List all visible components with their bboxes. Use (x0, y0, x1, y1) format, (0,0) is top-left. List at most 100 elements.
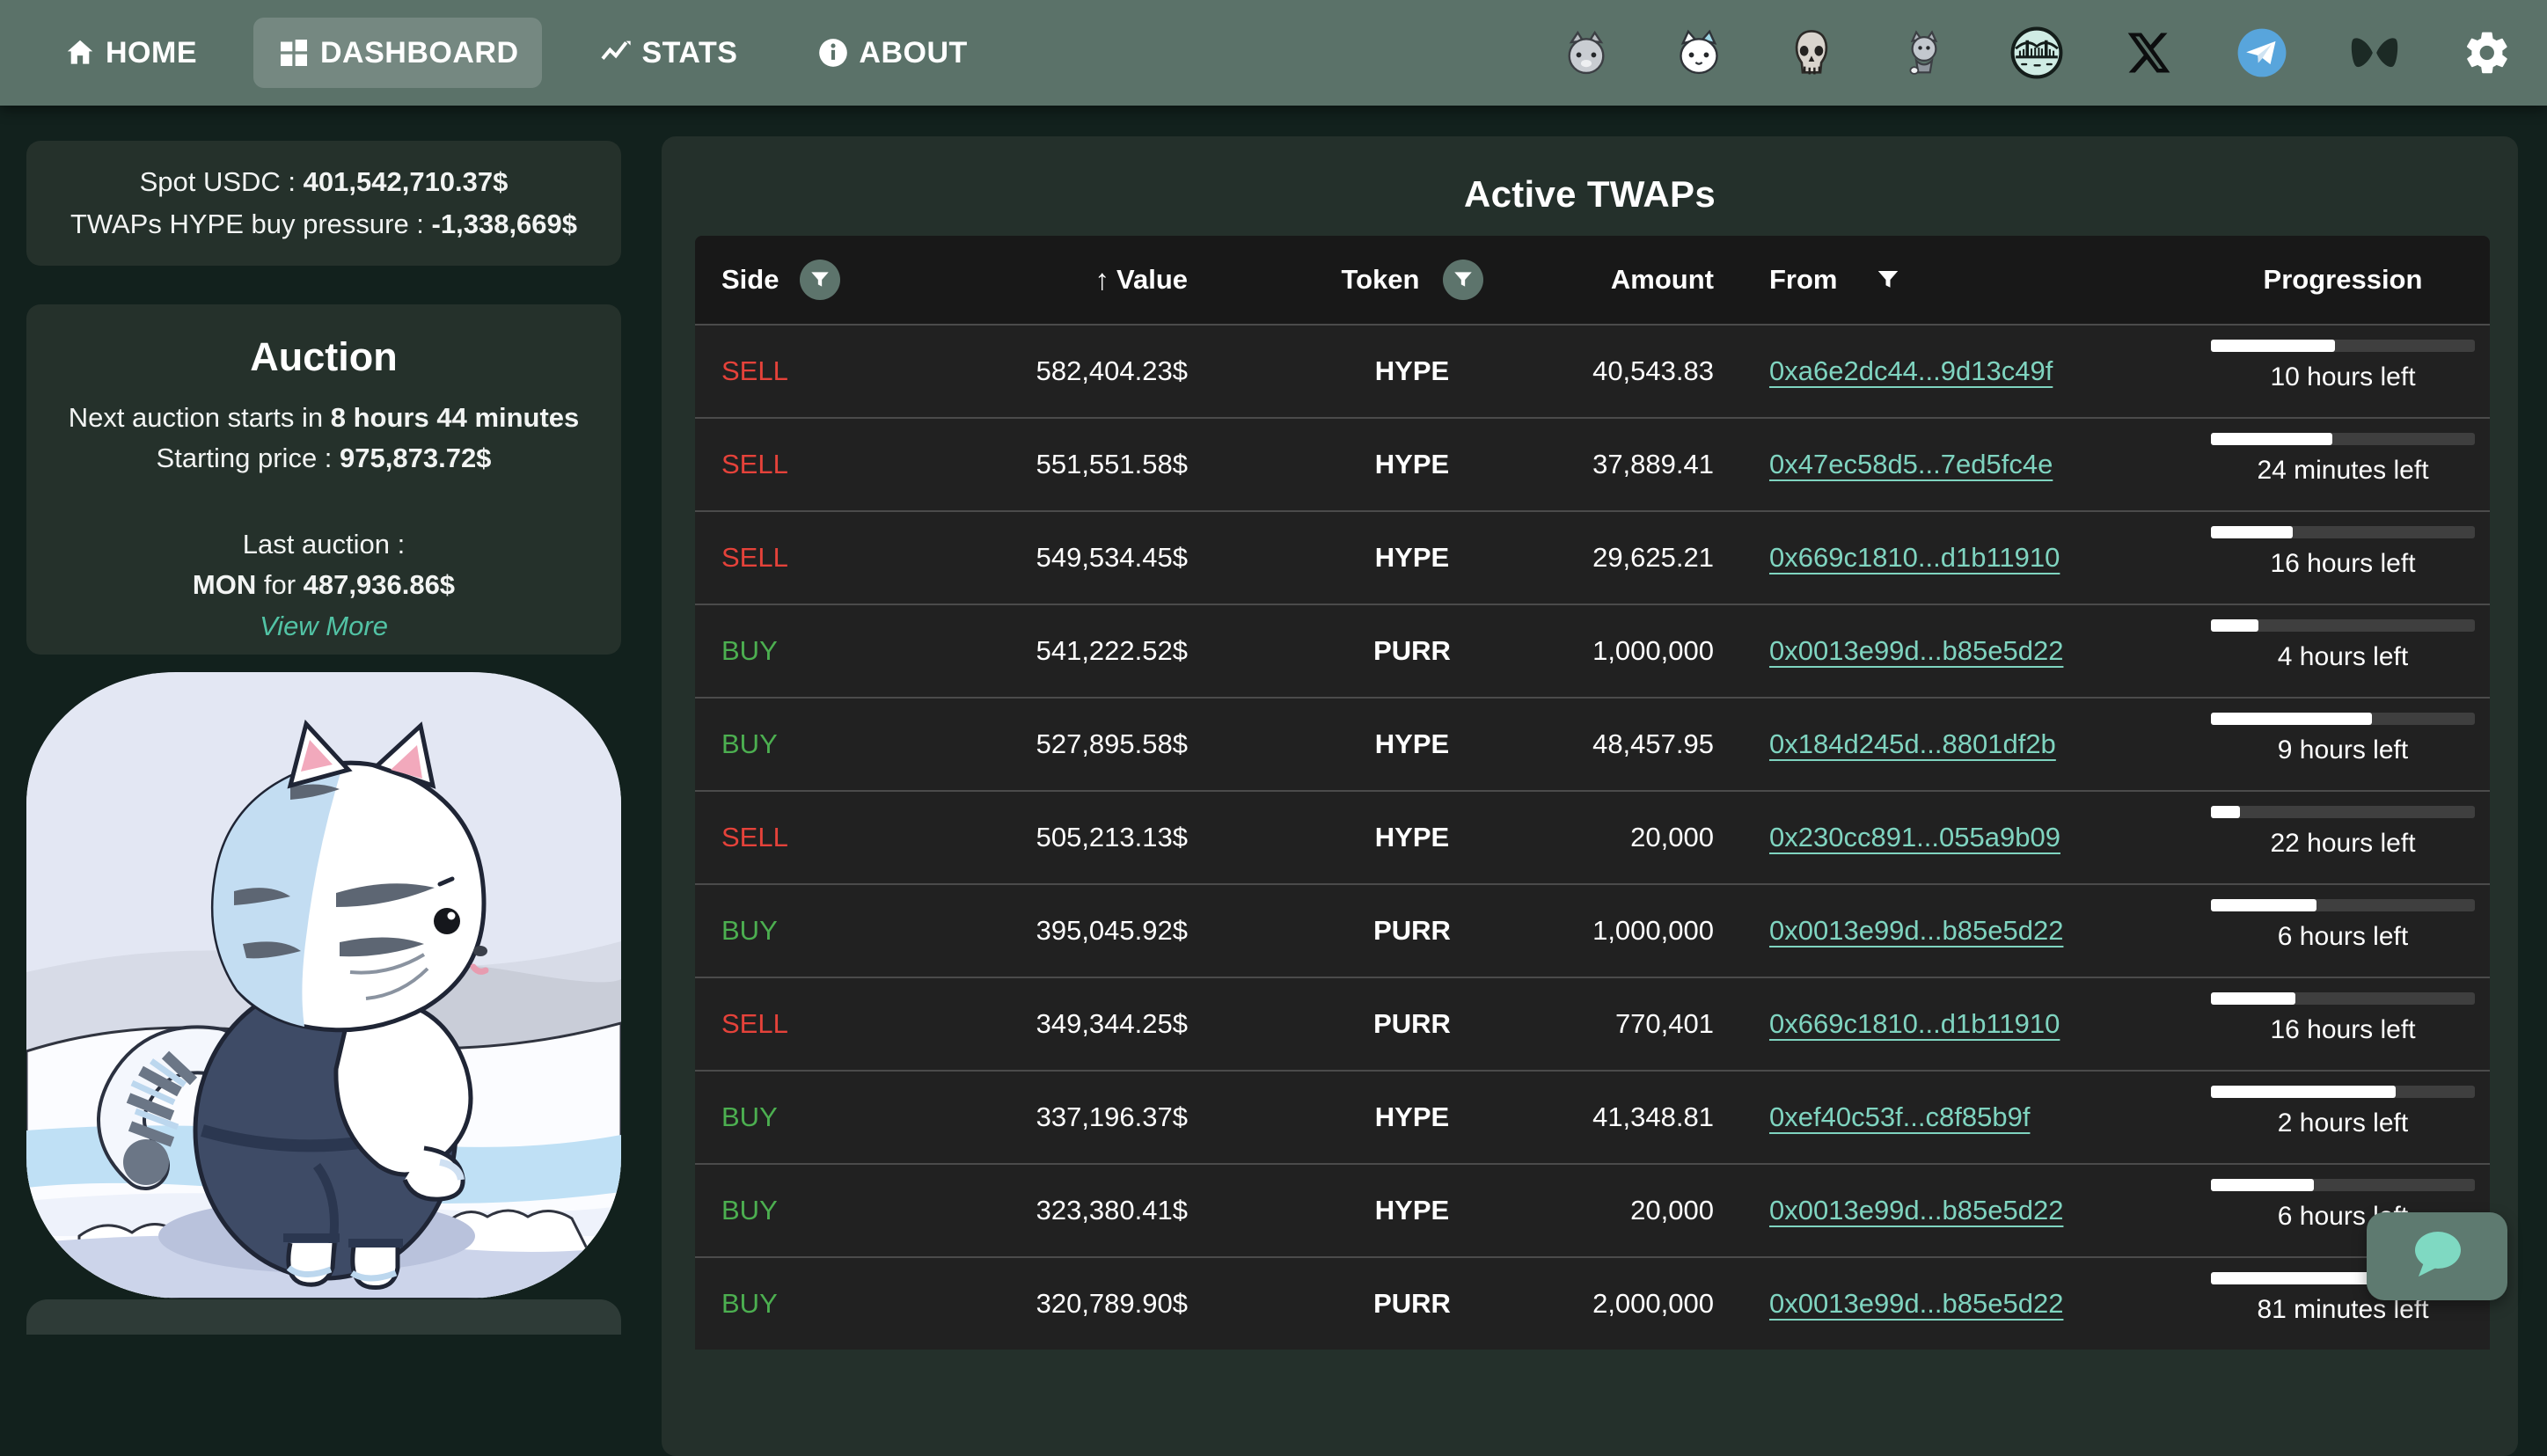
table-title: Active TWAPs (662, 173, 2518, 216)
nav-item-label: STATS (642, 36, 738, 70)
nav-item-label: DASHBOARD (320, 36, 519, 70)
progress-bar (2211, 899, 2475, 911)
from-address-link[interactable]: 0x0013e99d...b85e5d22 (1769, 1195, 2063, 1226)
header-value[interactable]: ↑ Value (889, 263, 1188, 296)
value-cell: 395,045.92$ (889, 915, 1188, 947)
header-side: Side (721, 260, 840, 300)
value-cell: 349,344.25$ (889, 1008, 1188, 1040)
sort-ascending-icon[interactable]: ↑ (1095, 263, 1110, 296)
from-address-link[interactable]: 0xef40c53f...c8f85b9f (1769, 1101, 2030, 1132)
table-row: SELL 349,344.25$ PURR 770,401 0x669c1810… (695, 977, 2490, 1070)
table-row: BUY 541,222.52$ PURR 1,000,000 0x0013e99… (695, 604, 2490, 697)
value-cell: 337,196.37$ (889, 1101, 1188, 1133)
value-cell: 323,380.41$ (889, 1195, 1188, 1226)
progress-bar (2211, 1086, 2475, 1098)
header-progression: Progression (2211, 264, 2475, 296)
next-auction-line: Next auction starts in 8 hours 44 minute… (26, 399, 621, 436)
side-cell: BUY (721, 915, 778, 947)
side-cell: SELL (721, 355, 788, 387)
telegram-icon[interactable] (2234, 25, 2290, 81)
value-cell: 549,534.45$ (889, 542, 1188, 574)
amount-cell: 40,543.83 (1364, 355, 1714, 387)
amount-cell: 770,401 (1364, 1008, 1714, 1040)
time-left-label: 16 hours left (2158, 1015, 2490, 1045)
from-address-link[interactable]: 0x184d245d...8801df2b (1769, 728, 2056, 759)
buy-pressure-value: -1,338,669$ (432, 209, 577, 239)
from-address-link[interactable]: 0x0013e99d...b85e5d22 (1769, 635, 2063, 666)
bottom-panel-sliver (26, 1299, 621, 1335)
spot-usdc-value: 401,542,710.37$ (304, 166, 509, 197)
side-cell: SELL (721, 822, 788, 853)
from-filter-icon[interactable] (1875, 267, 1901, 293)
cat-illustration (26, 672, 621, 1299)
from-address-link[interactable]: 0x669c1810...d1b11910 (1769, 542, 2060, 573)
progression-cell: 16 hours left (2211, 978, 2475, 1070)
auction-card: Auction Next auction starts in 8 hours 4… (26, 304, 621, 655)
amount-cell: 48,457.95 (1364, 728, 1714, 760)
nav-item-dashboard[interactable]: DASHBOARD (253, 18, 542, 88)
from-address-link[interactable]: 0x230cc891...055a9b09 (1769, 822, 2060, 852)
time-left-label: 2 hours left (2158, 1108, 2490, 1138)
table-row: BUY 320,789.90$ PURR 2,000,000 0x0013e99… (695, 1256, 2490, 1350)
cat-snow-scene (26, 672, 621, 1299)
progress-bar (2211, 433, 2475, 445)
white-cat-avatar-icon[interactable] (1671, 25, 1727, 81)
value-cell: 527,895.58$ (889, 728, 1188, 760)
header-from: From (1769, 264, 1901, 296)
progression-cell: 9 hours left (2211, 699, 2475, 790)
progression-cell: 10 hours left (2211, 326, 2475, 417)
time-left-label: 24 minutes left (2158, 456, 2490, 486)
side-filter-icon[interactable] (800, 260, 840, 300)
twap-table: Side ↑ Value Token Amount From (695, 236, 2490, 1350)
side-cell: BUY (721, 1195, 778, 1226)
from-address-link[interactable]: 0x0013e99d...b85e5d22 (1769, 1288, 2063, 1319)
amount-cell: 1,000,000 (1364, 635, 1714, 667)
chat-launcher-button[interactable] (2367, 1212, 2507, 1300)
bridge-badge-icon[interactable] (2009, 25, 2065, 81)
hooded-cat-avatar-icon[interactable] (1896, 25, 1952, 81)
info-icon (816, 36, 850, 70)
table-row: SELL 551,551.58$ HYPE 37,889.41 0x47ec58… (695, 417, 2490, 510)
time-left-label: 6 hours left (2158, 922, 2490, 952)
progression-cell: 16 hours left (2211, 512, 2475, 604)
from-address-link[interactable]: 0x669c1810...d1b11910 (1769, 1008, 2060, 1039)
skull-avatar-icon[interactable] (1783, 25, 1840, 81)
time-left-label: 9 hours left (2158, 735, 2490, 765)
starting-price-value: 975,873.72$ (340, 443, 491, 473)
side-cell: BUY (721, 635, 778, 667)
progress-bar (2211, 992, 2475, 1005)
butterfly-logo-icon[interactable] (2346, 25, 2403, 81)
progression-cell: 2 hours left (2211, 1072, 2475, 1163)
value-cell: 551,551.58$ (889, 449, 1188, 480)
last-auction-token: MON (193, 569, 256, 600)
last-auction-value: 487,936.86$ (304, 569, 455, 600)
table-row: BUY 395,045.92$ PURR 1,000,000 0x0013e99… (695, 883, 2490, 977)
value-cell: 541,222.52$ (889, 635, 1188, 667)
view-more-link[interactable]: View More (260, 611, 388, 642)
progression-cell: 6 hours left (2211, 885, 2475, 977)
nav-item-stats[interactable]: STATS (575, 18, 761, 88)
time-left-label: 22 hours left (2158, 829, 2490, 859)
from-address-link[interactable]: 0x0013e99d...b85e5d22 (1769, 915, 2063, 946)
x-twitter-icon[interactable] (2121, 25, 2177, 81)
stats-trend-icon (598, 35, 633, 70)
progression-cell: 24 minutes left (2211, 419, 2475, 510)
nav-item-about[interactable]: ABOUT (794, 18, 990, 88)
from-address-link[interactable]: 0xa6e2dc44...9d13c49f (1769, 355, 2053, 386)
last-auction-label: Last auction : (26, 526, 621, 563)
from-address-link[interactable]: 0x47ec58d5...7ed5fc4e (1769, 449, 2053, 479)
gray-cat-avatar-icon[interactable] (1558, 25, 1614, 81)
nav-item-home[interactable]: HOME (40, 18, 220, 88)
top-navbar: HOME DASHBOARD STATS ABOUT (0, 0, 2547, 106)
side-cell: BUY (721, 728, 778, 760)
progress-bar (2211, 619, 2475, 632)
table-header-row: Side ↑ Value Token Amount From (695, 236, 2490, 324)
auction-title: Auction (26, 334, 621, 380)
amount-cell: 2,000,000 (1364, 1288, 1714, 1320)
last-auction-line: MON for 487,936.86$ (26, 567, 621, 604)
time-left-label: 16 hours left (2158, 549, 2490, 579)
amount-cell: 37,889.41 (1364, 449, 1714, 480)
amount-cell: 41,348.81 (1364, 1101, 1714, 1133)
progress-bar (2211, 1179, 2475, 1191)
settings-gear-icon[interactable] (2459, 25, 2515, 81)
